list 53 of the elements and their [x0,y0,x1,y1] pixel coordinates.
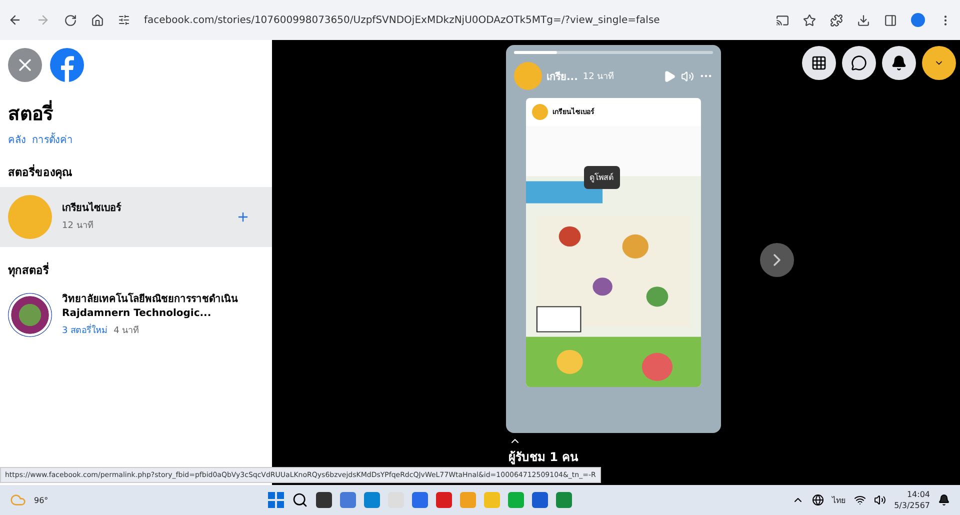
puzzle-icon[interactable] [830,14,843,26]
app-icon[interactable] [316,492,332,508]
avatar [514,62,542,90]
story-item[interactable]: เกรียนไซเบอร์ 12 นาที [0,187,272,247]
app-icon[interactable] [532,492,548,508]
sidebar-link[interactable]: คลัง [8,132,26,147]
home-icon[interactable] [91,14,104,26]
tooltip: ดูโพสต์ [584,166,620,189]
menu-button[interactable] [802,46,836,80]
address-bar[interactable]: facebook.com/stories/107600998073650/UzpfSVNDOjExMDkzNjU0ODAzOTk5MTg=/?view_single=false [144,14,762,26]
viewer-count[interactable]: ผู้รับชม 1 คน [508,447,578,466]
bell-icon[interactable] [938,494,950,506]
section-heading: ทุกสตอรี่ [7,261,50,280]
clock-time[interactable]: 14:04 [906,490,930,499]
facebook-logo-icon[interactable] [50,48,84,82]
search-icon[interactable] [292,492,308,508]
story-time: 12 นาที [62,220,94,232]
story-name: วิทยาลัยเทคโนโลยีพณิชยการราชดำเนิน Rajdamnern Technologic... [62,293,239,321]
start-icon[interactable] [268,492,284,508]
close-button[interactable] [8,48,42,82]
account-button[interactable] [922,46,956,80]
new-story-count[interactable]: 3 สตอรี่ใหม่ [62,323,108,337]
messenger-button[interactable] [842,46,876,80]
notifications-button[interactable] [882,46,916,80]
reload-icon[interactable] [64,14,77,26]
avatar [8,195,52,239]
star-icon[interactable] [803,14,816,26]
story-item[interactable]: วิทยาลัยเทคโนโลยีพณิชยการราชดำเนิน Rajdamnern Technologic... 3 สตอรี่ใหม่ 4 นาที [0,285,272,345]
language-indicator[interactable]: ไทย [832,494,846,506]
avatar [532,104,548,120]
story-time: 4 นาที [114,324,140,337]
grid-icon [811,55,827,71]
volume-icon[interactable] [874,494,886,506]
cast-icon[interactable] [776,14,789,26]
story-time: 12 นาที [582,70,616,83]
weather-temp: 96° [34,496,48,504]
page-title: สตอรี่ [0,82,272,132]
chat-bubble-icon [851,55,867,71]
site-settings-icon[interactable] [118,14,130,26]
story-name: เกรียนไซเบอร์ [62,202,122,216]
download-icon[interactable] [857,14,870,26]
add-icon[interactable] [236,210,250,224]
side-panel-icon[interactable] [884,14,897,26]
story-author: เกรีย... [546,70,578,84]
bell-icon [891,55,907,71]
clock-date[interactable]: 5/3/2567 [894,501,930,510]
sidebar-link[interactable]: การตั้งค่า [32,132,73,147]
back-icon[interactable] [8,13,22,27]
section-heading: สตอรี่ของคุณ [7,163,73,182]
avatar [8,293,52,337]
next-button[interactable] [760,243,794,277]
globe-icon[interactable] [812,494,824,506]
profile-icon[interactable] [911,13,925,27]
